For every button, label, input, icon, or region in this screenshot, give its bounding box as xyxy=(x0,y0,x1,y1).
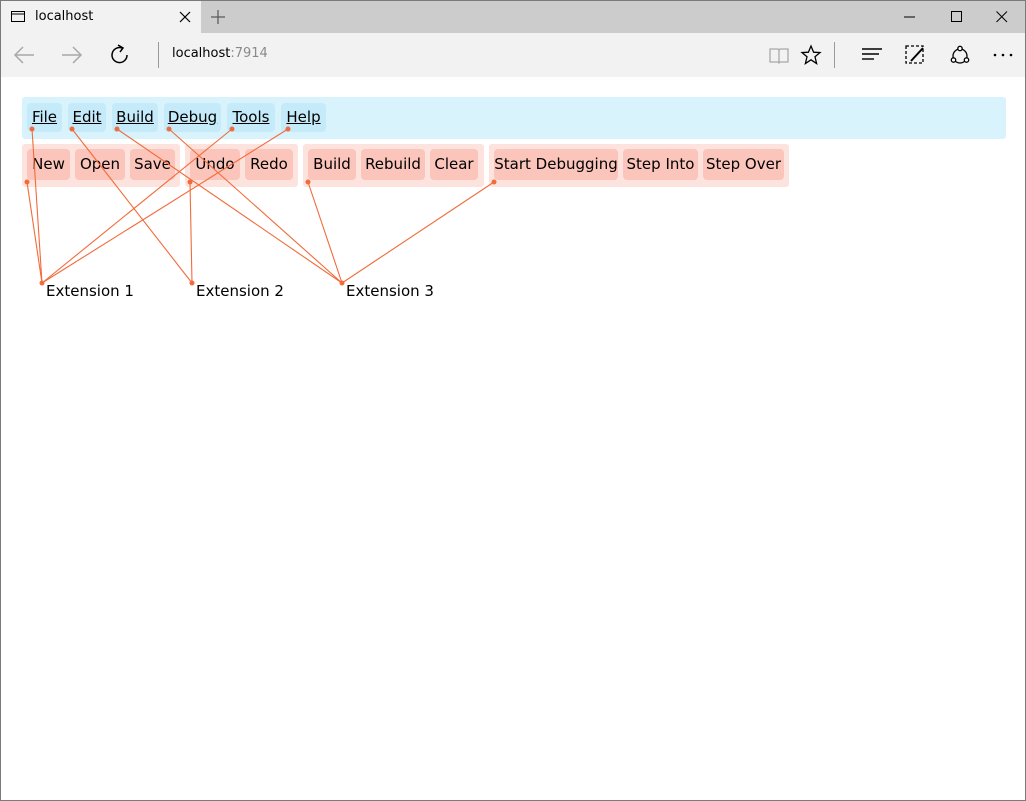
menu-debug[interactable]: Debug xyxy=(164,103,221,132)
open-button[interactable]: Open xyxy=(75,149,125,180)
back-arrow-icon[interactable] xyxy=(12,43,36,67)
menu-bar: File Edit Build Debug Tools Help xyxy=(22,97,1006,139)
tab-title: localhost xyxy=(35,9,94,24)
menu-tools[interactable]: Tools xyxy=(227,103,275,132)
menu-file[interactable]: File xyxy=(27,103,62,132)
more-icon[interactable] xyxy=(991,43,1015,67)
extension-anchor-dot xyxy=(39,280,45,286)
close-window-button[interactable] xyxy=(979,1,1025,33)
new-button[interactable]: New xyxy=(27,149,70,180)
new-tab-icon[interactable] xyxy=(210,9,226,25)
tab-bar: localhost xyxy=(1,1,1025,33)
refresh-icon[interactable] xyxy=(108,43,132,67)
toolbar-group-debug: Start Debugging Step Into Step Over xyxy=(489,144,789,187)
extension-anchor-dot xyxy=(189,280,195,286)
close-tab-icon[interactable] xyxy=(179,11,191,23)
toolbar-group-edit: Undo Redo xyxy=(185,144,298,187)
connector-line xyxy=(26,181,43,284)
address-bar[interactable]: localhost:7914 xyxy=(172,46,268,61)
toolbar-group-build: Build Rebuild Clear xyxy=(303,144,484,187)
minimize-button[interactable] xyxy=(887,1,933,33)
menu-build[interactable]: Build xyxy=(112,103,158,132)
toolbar-separator xyxy=(834,42,835,68)
connector-line xyxy=(307,181,343,284)
close-window-icon xyxy=(996,11,1008,23)
rebuild-button[interactable]: Rebuild xyxy=(361,149,425,180)
extension-2-label: Extension 2 xyxy=(196,282,284,300)
page-content: File Edit Build Debug Tools Help New Ope… xyxy=(1,77,1025,800)
reading-view-icon[interactable] xyxy=(767,43,791,67)
star-icon[interactable] xyxy=(799,43,823,67)
navigation-bar: localhost:7914 xyxy=(1,33,1025,77)
connector-line xyxy=(341,181,495,284)
web-note-icon[interactable] xyxy=(903,43,927,67)
undo-button[interactable]: Undo xyxy=(190,149,240,180)
url-host: localhost xyxy=(172,46,231,61)
minimize-icon xyxy=(904,16,915,18)
build-button[interactable]: Build xyxy=(308,149,356,180)
connector-line xyxy=(189,181,193,284)
menu-edit[interactable]: Edit xyxy=(68,103,106,132)
extension-anchor-dot xyxy=(339,280,345,286)
step-into-button[interactable]: Step Into xyxy=(623,149,698,180)
redo-button[interactable]: Redo xyxy=(245,149,293,180)
menu-help[interactable]: Help xyxy=(281,103,326,132)
extension-3-label: Extension 3 xyxy=(346,282,434,300)
browser-tab[interactable]: localhost xyxy=(1,1,201,33)
share-icon[interactable] xyxy=(948,43,972,67)
browser-tab-icon xyxy=(11,11,25,22)
clear-button[interactable]: Clear xyxy=(430,149,478,180)
forward-arrow-icon[interactable] xyxy=(60,43,84,67)
hub-icon[interactable] xyxy=(860,43,884,67)
url-port: :7914 xyxy=(230,46,268,61)
browser-window: localhost localhost:7914 File Edit Build… xyxy=(0,0,1026,801)
maximize-icon xyxy=(951,11,962,22)
address-separator xyxy=(158,42,159,68)
toolbar-group-file: New Open Save xyxy=(22,144,180,187)
extension-1-label: Extension 1 xyxy=(46,282,134,300)
start-debugging-button[interactable]: Start Debugging xyxy=(494,149,618,180)
maximize-button[interactable] xyxy=(934,1,980,33)
step-over-button[interactable]: Step Over xyxy=(703,149,784,180)
save-button[interactable]: Save xyxy=(130,149,175,180)
